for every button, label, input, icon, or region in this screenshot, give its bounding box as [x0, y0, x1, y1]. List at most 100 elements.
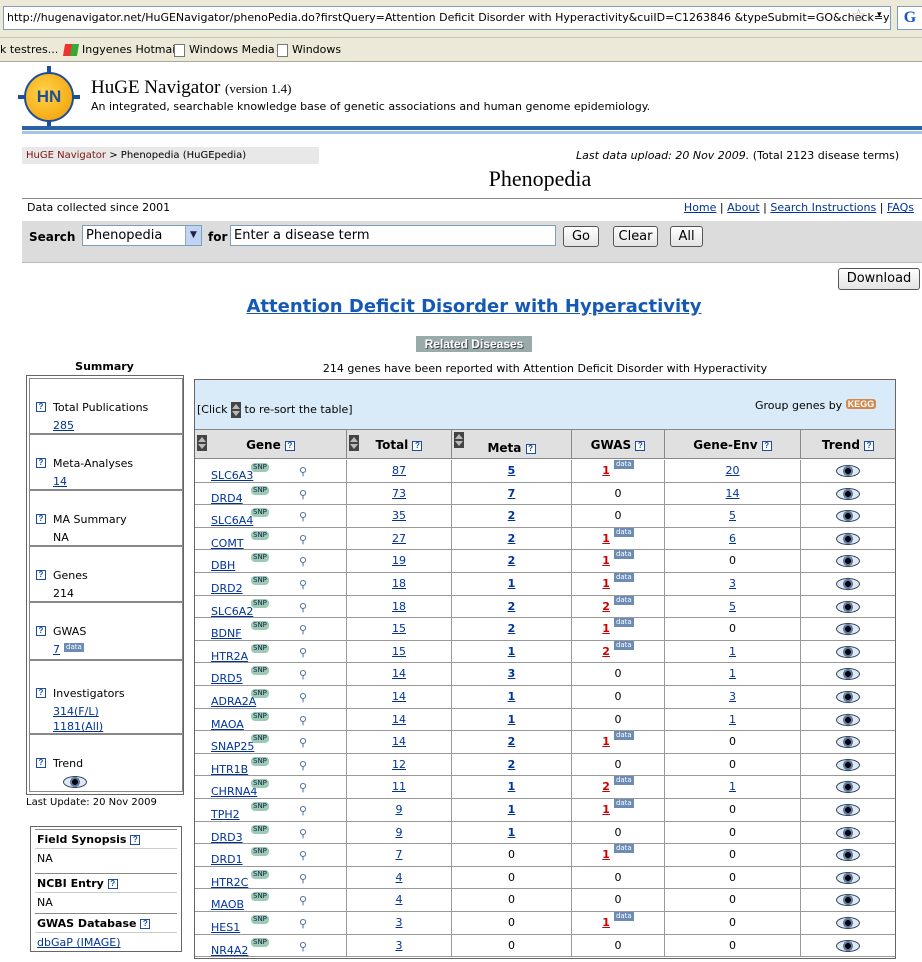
- kegg-button[interactable]: KEGG: [845, 399, 877, 409]
- trend-eye-icon[interactable]: [836, 465, 860, 477]
- clear-button[interactable]: Clear: [613, 226, 658, 247]
- trend-eye-icon[interactable]: [836, 623, 860, 636]
- snp-badge[interactable]: SNP: [251, 756, 269, 766]
- pathway-icon[interactable]: ⚲: [299, 890, 307, 912]
- snp-badge[interactable]: SNP: [251, 508, 269, 518]
- total-link[interactable]: 87: [392, 464, 406, 477]
- pathway-icon[interactable]: ⚲: [299, 574, 307, 596]
- gene-env-link[interactable]: 1: [729, 713, 736, 726]
- snp-badge[interactable]: SNP: [251, 530, 269, 540]
- trend-eye-icon[interactable]: [836, 668, 860, 681]
- gene-env-link[interactable]: 5: [729, 600, 736, 613]
- pathway-icon[interactable]: ⚲: [299, 484, 307, 506]
- snp-badge[interactable]: SNP: [251, 892, 269, 902]
- help-icon[interactable]: ?: [36, 626, 46, 636]
- trend-eye-icon[interactable]: [836, 600, 860, 613]
- meta-link[interactable]: 2: [508, 758, 516, 771]
- data-badge[interactable]: data: [613, 595, 634, 605]
- trend-eye-icon[interactable]: [836, 713, 860, 726]
- total-link[interactable]: 73: [392, 487, 406, 500]
- pathway-icon[interactable]: ⚲: [299, 687, 307, 709]
- trend-eye-icon[interactable]: [836, 849, 860, 862]
- trend-eye-icon[interactable]: [836, 691, 860, 703]
- trend-eye-icon[interactable]: [836, 555, 860, 568]
- gene-env-link[interactable]: 3: [729, 577, 736, 590]
- pathway-icon[interactable]: ⚲: [299, 619, 307, 641]
- pathway-icon[interactable]: ⚲: [299, 732, 307, 754]
- total-link[interactable]: 4: [396, 871, 403, 884]
- total-link[interactable]: 15: [392, 645, 406, 658]
- data-badge[interactable]: data: [613, 844, 634, 854]
- related-diseases-button[interactable]: Related Diseases: [416, 336, 532, 352]
- gwas-link[interactable]: 1: [602, 532, 610, 545]
- google-search-icon[interactable]: G: [897, 6, 922, 30]
- meta-link[interactable]: 2: [508, 554, 516, 567]
- data-badge[interactable]: data: [613, 799, 634, 808]
- help-icon[interactable]: ?: [36, 570, 46, 580]
- disease-search-input[interactable]: Enter a disease term: [230, 225, 556, 246]
- gwas-link[interactable]: 1: [602, 916, 610, 929]
- favorite-item[interactable]: k testres...: [0, 38, 58, 62]
- gwas-link[interactable]: 1: [602, 735, 610, 748]
- meta-link[interactable]: 3: [508, 667, 516, 680]
- pathway-icon[interactable]: ⚲: [299, 800, 307, 822]
- help-icon[interactable]: ?: [107, 879, 118, 889]
- meta-analyses-link[interactable]: 14: [53, 475, 182, 488]
- gene-env-link[interactable]: 6: [729, 532, 736, 545]
- meta-link[interactable]: 2: [508, 509, 516, 522]
- total-link[interactable]: 9: [396, 826, 403, 839]
- trend-eye-icon[interactable]: [836, 487, 860, 500]
- gwas-link[interactable]: 2: [602, 645, 610, 658]
- gwas-link[interactable]: 1: [602, 554, 610, 567]
- pathway-icon[interactable]: ⚲: [299, 664, 307, 686]
- snp-badge[interactable]: SNP: [251, 937, 269, 947]
- total-link[interactable]: 4: [396, 893, 403, 906]
- gwas-link[interactable]: 2: [602, 600, 610, 613]
- snp-badge[interactable]: SNP: [251, 824, 269, 834]
- col-total[interactable]: Total ?: [347, 430, 452, 459]
- gwas-link[interactable]: 7: [53, 643, 60, 656]
- meta-link[interactable]: 1: [508, 645, 516, 658]
- meta-link[interactable]: 2: [508, 622, 516, 635]
- total-link[interactable]: 15: [392, 622, 406, 635]
- pathway-icon[interactable]: ⚲: [299, 823, 307, 845]
- snp-badge[interactable]: SNP: [251, 553, 269, 563]
- all-button[interactable]: All: [670, 226, 703, 247]
- trend-eye-icon[interactable]: [836, 917, 860, 929]
- pathway-icon[interactable]: ⚲: [299, 710, 307, 732]
- help-icon[interactable]: ?: [36, 458, 46, 468]
- snp-badge[interactable]: SNP: [251, 779, 269, 789]
- trend-eye-icon[interactable]: [836, 939, 860, 952]
- gene-env-link[interactable]: 1: [729, 667, 736, 680]
- gene-env-link[interactable]: 1: [729, 645, 736, 658]
- gwas-link[interactable]: 1: [602, 577, 610, 590]
- meta-link[interactable]: 1: [508, 803, 516, 816]
- nav-home-link[interactable]: Home: [684, 201, 716, 214]
- snp-badge[interactable]: SNP: [251, 734, 269, 744]
- gwas-link[interactable]: 1: [602, 464, 610, 477]
- col-meta[interactable]: Meta ?: [452, 430, 572, 459]
- gene-env-link[interactable]: 20: [726, 464, 740, 477]
- pathway-icon[interactable]: ⚲: [299, 868, 307, 890]
- help-icon[interactable]: ?: [36, 514, 46, 524]
- total-link[interactable]: 35: [392, 509, 406, 522]
- help-icon[interactable]: ?: [284, 440, 295, 451]
- favorite-windows-media[interactable]: Windows Media: [174, 38, 275, 62]
- total-link[interactable]: 18: [392, 577, 406, 590]
- trend-eye-icon[interactable]: [836, 532, 860, 545]
- pathway-icon[interactable]: ⚲: [299, 913, 307, 935]
- gene-env-link[interactable]: 5: [729, 509, 736, 522]
- pathway-icon[interactable]: ⚲: [299, 777, 307, 799]
- gene-env-link[interactable]: 14: [726, 487, 740, 500]
- help-icon[interactable]: ?: [130, 835, 141, 845]
- help-icon[interactable]: ?: [36, 688, 46, 698]
- go-button[interactable]: Go: [563, 226, 599, 247]
- data-badge[interactable]: data: [613, 460, 634, 469]
- trend-eye-icon[interactable]: [836, 645, 860, 658]
- sort-icon[interactable]: [197, 435, 207, 451]
- data-badge[interactable]: data: [613, 640, 634, 650]
- trend-eye-icon[interactable]: [836, 894, 860, 907]
- total-link[interactable]: 7: [396, 848, 403, 861]
- data-badge[interactable]: data: [613, 912, 634, 921]
- data-badge[interactable]: data: [613, 731, 634, 741]
